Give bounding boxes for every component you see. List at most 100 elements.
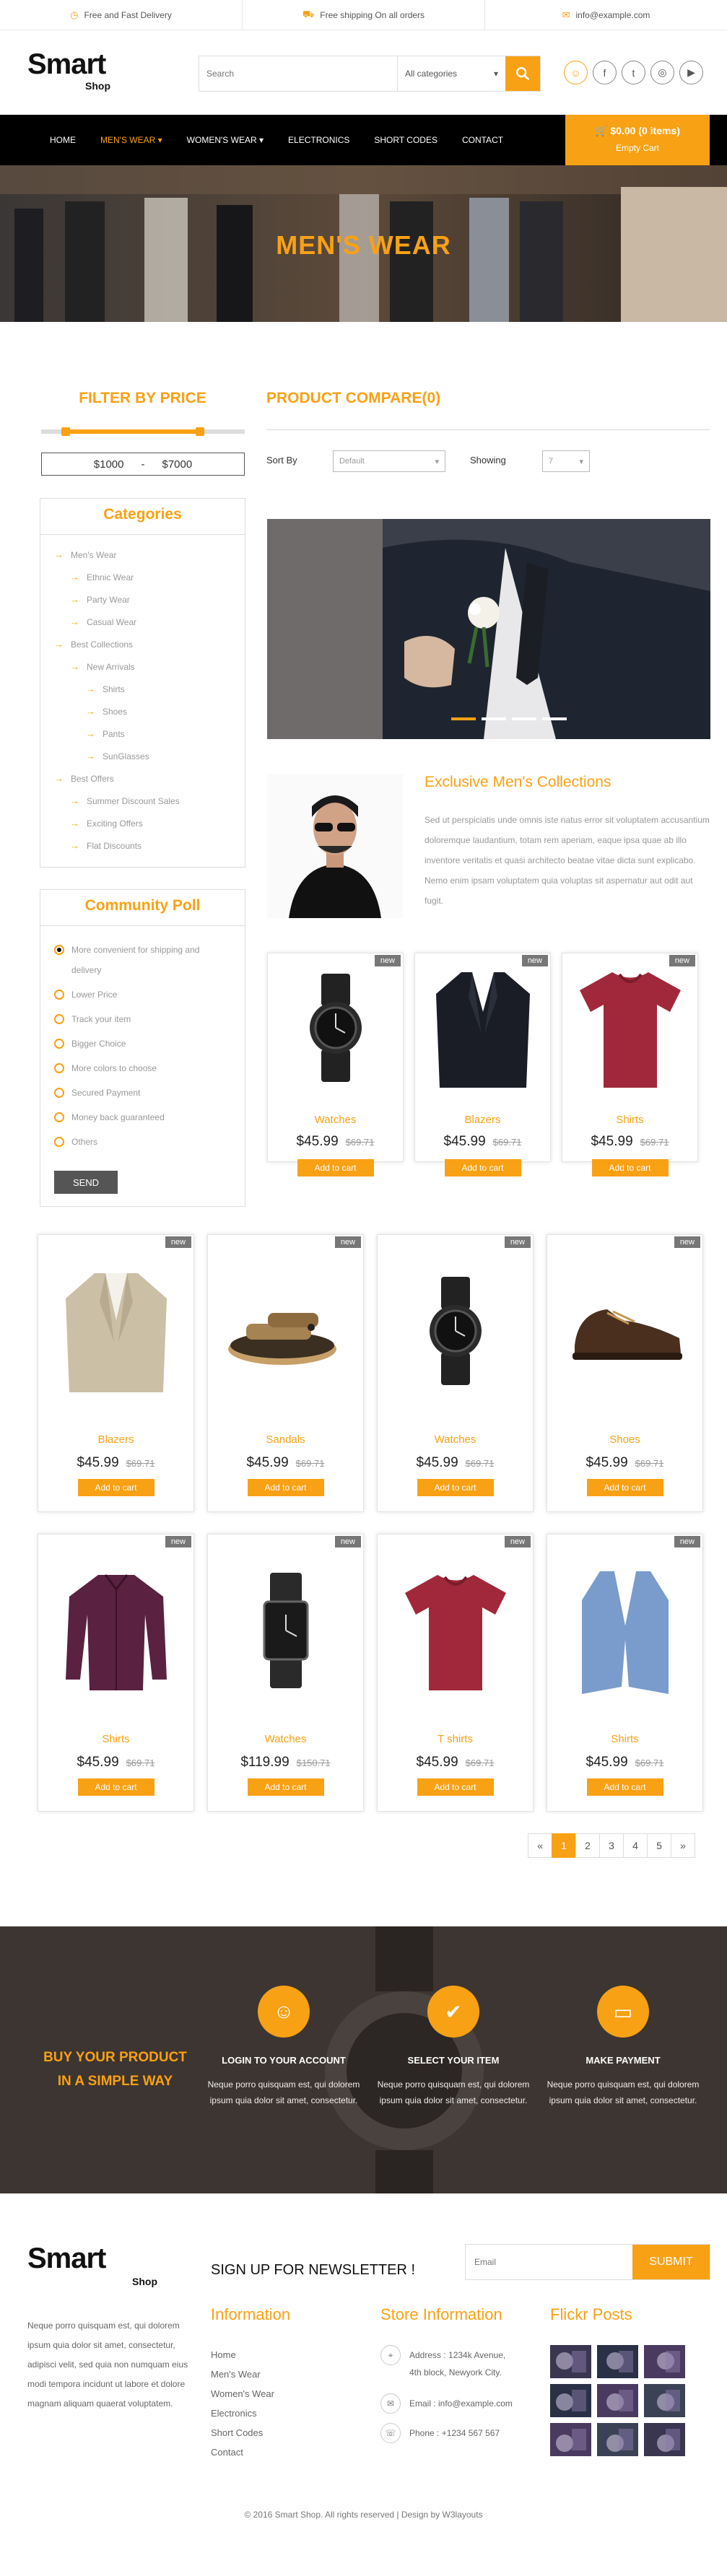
product-card[interactable]: new Blazers $45.99 $69.71 Add to cart	[414, 953, 551, 1176]
radio-button[interactable]	[54, 1088, 64, 1098]
flickr-thumbnail[interactable]	[644, 2423, 685, 2456]
search-button[interactable]	[505, 56, 540, 91]
page-number[interactable]: 4	[623, 1833, 648, 1858]
footer-link[interactable]: Men's Wear	[211, 2365, 274, 2384]
add-to-cart-button[interactable]: Add to cart	[586, 1778, 663, 1796]
product-image[interactable]	[268, 966, 403, 1089]
footer-link[interactable]: Women's Wear	[211, 2384, 274, 2403]
next-page-button[interactable]: »	[671, 1833, 695, 1858]
product-name[interactable]: Sandals	[208, 1433, 363, 1446]
footer-link[interactable]: Short Codes	[211, 2423, 274, 2442]
hero-carousel[interactable]	[267, 519, 710, 739]
flickr-thumbnail[interactable]	[550, 2423, 591, 2456]
newsletter-email-input[interactable]	[466, 2245, 632, 2279]
category-item[interactable]: → Flat Discounts	[70, 840, 142, 851]
flickr-thumbnail[interactable]	[550, 2345, 591, 2378]
add-to-cart-button[interactable]: Add to cart	[417, 1479, 494, 1496]
carousel-dot[interactable]	[512, 717, 536, 720]
product-name[interactable]: Shirts	[562, 1114, 697, 1126]
add-to-cart-button[interactable]: Add to cart	[591, 1159, 669, 1176]
poll-option[interactable]: Money back guaranteed	[54, 1107, 165, 1127]
radio-button[interactable]	[54, 1112, 64, 1122]
page-number[interactable]: 1	[552, 1833, 576, 1858]
product-card[interactable]: new Shirts $45.99 $69.71 Add to cart	[38, 1534, 194, 1812]
radio-button[interactable]	[54, 1039, 64, 1049]
nav-electronics[interactable]: ELECTRONICS	[276, 115, 362, 165]
user-icon[interactable]: ☺	[564, 61, 588, 84]
category-item[interactable]: → Exciting Offers	[70, 818, 143, 829]
category-item[interactable]: → SunGlasses	[86, 751, 149, 761]
product-name[interactable]: Watches	[268, 1114, 403, 1126]
add-to-cart-button[interactable]: Add to cart	[444, 1159, 521, 1176]
category-item[interactable]: → Shoes	[86, 706, 127, 717]
product-name[interactable]: Blazers	[38, 1433, 193, 1446]
price-slider-handle-max[interactable]	[195, 427, 204, 436]
category-item[interactable]: → Party Wear	[70, 594, 130, 605]
poll-option[interactable]: Bigger Choice	[54, 1034, 126, 1054]
add-to-cart-button[interactable]: Add to cart	[77, 1479, 154, 1496]
flickr-thumbnail[interactable]	[550, 2384, 591, 2417]
newsletter-submit-button[interactable]: SUBMIT	[632, 2245, 710, 2279]
footer-link[interactable]: Contact	[211, 2442, 274, 2462]
product-image[interactable]	[547, 1547, 702, 1713]
nav-contact[interactable]: CONTACT	[450, 115, 515, 165]
prev-page-button[interactable]: «	[528, 1833, 552, 1858]
product-card[interactable]: new Sandals $45.99 $69.71 Add to cart	[207, 1234, 364, 1512]
page-number[interactable]: 3	[599, 1833, 624, 1858]
page-number[interactable]: 2	[575, 1833, 600, 1858]
category-item[interactable]: → Ethnic Wear	[70, 572, 134, 582]
category-item[interactable]: → Casual Wear	[70, 616, 136, 627]
product-image[interactable]	[547, 1248, 702, 1414]
compare-title[interactable]: PRODUCT COMPARE(0)	[266, 390, 440, 407]
sort-select[interactable]: Default ▾	[333, 450, 445, 472]
product-card[interactable]: new Watches $45.99 $69.71 Add to cart	[267, 953, 404, 1176]
add-to-cart-button[interactable]: Add to cart	[247, 1778, 324, 1796]
radio-button[interactable]	[54, 1014, 64, 1024]
carousel-dot[interactable]	[482, 717, 506, 720]
poll-option[interactable]: Secured Payment	[54, 1083, 140, 1103]
poll-option[interactable]: More colors to choose	[54, 1058, 157, 1078]
footer-link[interactable]: Electronics	[211, 2403, 274, 2423]
radio-button[interactable]	[54, 945, 64, 955]
product-name[interactable]: T shirts	[378, 1733, 533, 1745]
showing-select[interactable]: 7 ▾	[542, 450, 590, 472]
product-image[interactable]	[38, 1248, 193, 1414]
add-to-cart-button[interactable]: Add to cart	[417, 1778, 494, 1796]
add-to-cart-button[interactable]: Add to cart	[586, 1479, 663, 1496]
category-item[interactable]: → Pants	[86, 728, 125, 739]
topbar-email[interactable]: ✉ info@example.com	[485, 0, 727, 30]
flickr-thumbnail[interactable]	[644, 2345, 685, 2378]
facebook-icon[interactable]: f	[593, 61, 617, 84]
product-card[interactable]: new T shirts $45.99 $69.71 Add to cart	[377, 1534, 534, 1812]
price-slider[interactable]	[41, 427, 245, 436]
category-select[interactable]: All categories ▾	[397, 56, 505, 91]
flickr-thumbnail[interactable]	[597, 2345, 638, 2378]
cart-button[interactable]: 🛒 $0.00 (0 items) Empty Cart	[565, 115, 710, 165]
add-to-cart-button[interactable]: Add to cart	[77, 1778, 154, 1796]
carousel-dot[interactable]	[542, 717, 567, 720]
product-card[interactable]: new Watches $119.99 $150.71 Add to cart	[207, 1534, 364, 1812]
flickr-thumbnail[interactable]	[644, 2384, 685, 2417]
radio-button[interactable]	[54, 990, 64, 1000]
logo[interactable]: Smart Shop	[27, 48, 110, 92]
product-image[interactable]	[378, 1248, 533, 1414]
category-item[interactable]: → New Arrivals	[70, 661, 135, 672]
radio-button[interactable]	[54, 1063, 64, 1073]
product-image[interactable]	[208, 1248, 363, 1414]
product-image[interactable]	[378, 1547, 533, 1713]
carousel-dot[interactable]	[451, 717, 476, 720]
category-item[interactable]: → Summer Discount Sales	[70, 795, 180, 806]
flickr-thumbnail[interactable]	[597, 2384, 638, 2417]
footer-link[interactable]: Home	[211, 2345, 274, 2365]
store-email[interactable]: ✉ Email : info@example.com	[380, 2393, 513, 2414]
poll-option[interactable]: Lower Price	[54, 984, 117, 1005]
nav-mens-wear[interactable]: MEN'S WEAR ▾	[88, 115, 175, 165]
product-card[interactable]: new Shoes $45.99 $69.71 Add to cart	[547, 1234, 703, 1512]
product-card[interactable]: new Watches $45.99 $69.71 Add to cart	[377, 1234, 534, 1512]
product-name[interactable]: Shoes	[547, 1433, 702, 1446]
radio-button[interactable]	[54, 1137, 64, 1147]
product-image[interactable]	[38, 1547, 193, 1713]
add-to-cart-button[interactable]: Add to cart	[247, 1479, 324, 1496]
product-card[interactable]: new Shirts $45.99 $69.71 Add to cart	[562, 953, 698, 1176]
category-item[interactable]: → Best Collections	[54, 639, 133, 650]
